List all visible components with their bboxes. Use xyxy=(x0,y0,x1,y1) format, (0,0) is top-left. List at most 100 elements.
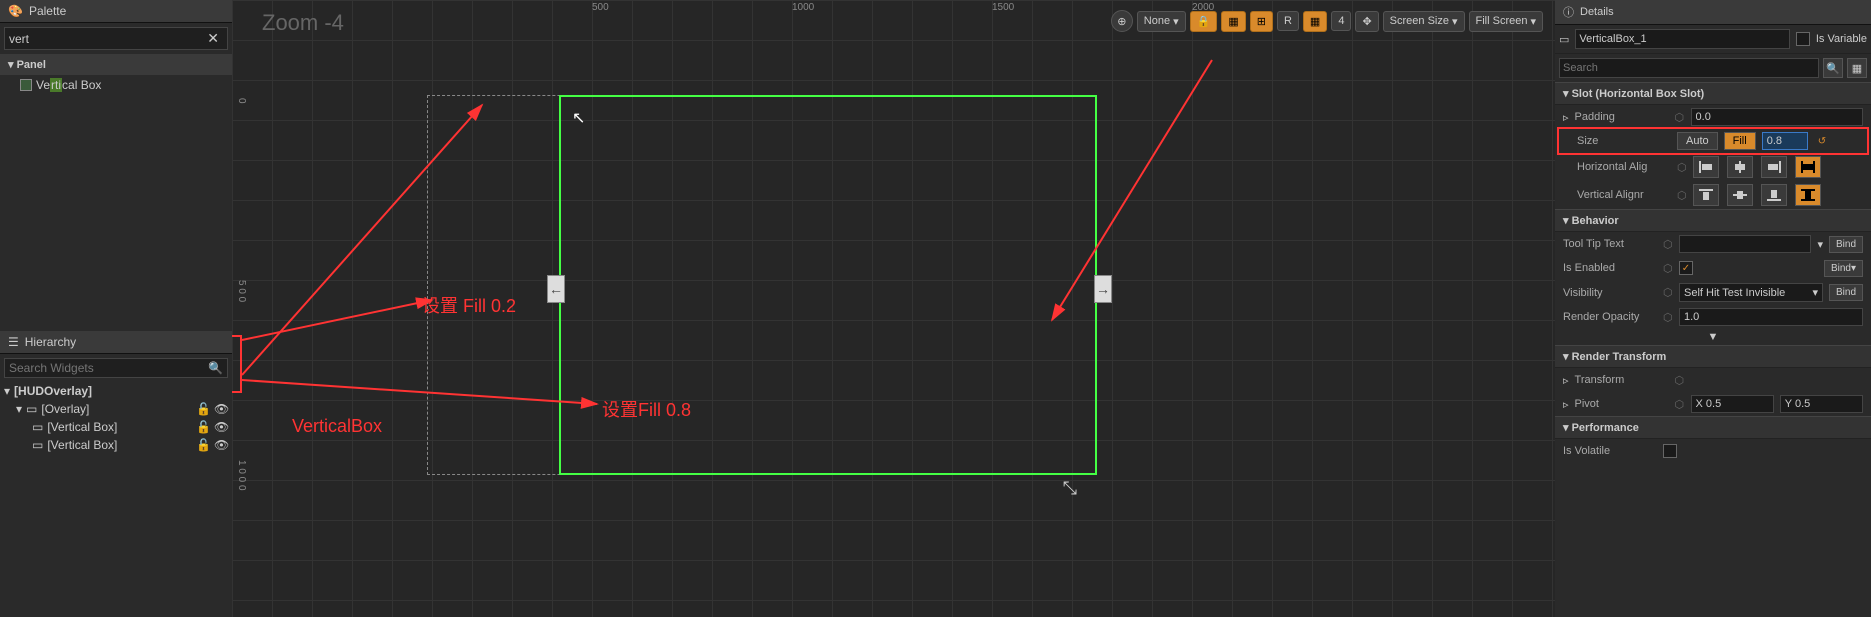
visibility-dropdown[interactable]: Self Hit Test Invisible▾ xyxy=(1679,283,1823,302)
prop-pivot: ▹Pivot⬡ xyxy=(1555,392,1871,416)
size-auto-button[interactable]: Auto xyxy=(1677,132,1718,150)
lock-icon[interactable]: 🔓 xyxy=(196,420,210,434)
grid-button[interactable]: ⊞ xyxy=(1250,11,1273,32)
screen-size-button[interactable]: Screen Size▾ xyxy=(1383,11,1465,32)
palette-search[interactable]: ✕ xyxy=(4,27,228,50)
fill-screen-button[interactable]: Fill Screen▾ xyxy=(1469,11,1544,32)
expand-button[interactable]: ▼ xyxy=(1555,329,1871,345)
details-title: Details xyxy=(1580,6,1614,18)
handle-left[interactable]: ← xyxy=(547,275,565,303)
halign-center-button[interactable] xyxy=(1727,156,1753,178)
ruler-mark: 1000 xyxy=(792,2,814,13)
volatile-checkbox[interactable] xyxy=(1663,444,1677,458)
details-header: ⓘ Details xyxy=(1555,0,1871,25)
details-panel: ⓘ Details ▭ Is Variable 🔍 ▦ ▾ Slot (Hori… xyxy=(1555,0,1871,617)
prop-volatile: Is Volatile xyxy=(1555,439,1871,463)
is-variable-label: Is Variable xyxy=(1816,33,1867,45)
widget-type-icon: ▭ xyxy=(1559,33,1569,46)
hierarchy-header: ☰ Hierarchy xyxy=(0,331,232,354)
hierarchy-search[interactable]: 🔍 xyxy=(4,358,228,378)
hierarchy-overlay[interactable]: ▾▭[Overlay] 🔓👁 xyxy=(0,400,232,418)
valign-bottom-button[interactable] xyxy=(1761,184,1787,206)
palette-title: Palette xyxy=(29,4,66,18)
size-fill-button[interactable]: Fill xyxy=(1724,132,1756,150)
bind-button[interactable]: Bind xyxy=(1829,284,1863,301)
handle-right[interactable]: → xyxy=(1094,275,1112,303)
palette-item-verticalbox[interactable]: Vertical Box xyxy=(0,75,232,95)
prop-padding: ▹Padding⬡ xyxy=(1555,105,1871,129)
details-search-input[interactable] xyxy=(1559,58,1819,78)
halign-left-button[interactable] xyxy=(1693,156,1719,178)
viewport[interactable]: Zoom -4 500 1000 1500 2000 0 5 0 0 1 0 0… xyxy=(232,0,1555,617)
move-button[interactable]: ✥ xyxy=(1355,11,1378,32)
prop-opacity: Render Opacity⬡ xyxy=(1555,305,1871,329)
opacity-input[interactable] xyxy=(1679,308,1863,326)
viewport-toolbar: ⊕ None ▾ 🔒 ▦ ⊞ R ▦ 4 ✥ Screen Size▾ Fill… xyxy=(1111,10,1543,32)
search-icon[interactable]: 🔍 xyxy=(1823,58,1843,78)
eye-icon[interactable]: 👁 xyxy=(214,402,228,416)
vruler-mark: 0 xyxy=(236,98,247,104)
prop-visibility: Visibility⬡ Self Hit Test Invisible▾ Bin… xyxy=(1555,280,1871,305)
widget-name-input[interactable] xyxy=(1575,29,1789,49)
bind-button[interactable]: Bind xyxy=(1829,236,1863,253)
property-matrix-button[interactable]: ▦ xyxy=(1847,58,1867,78)
widget-icon: ▭ xyxy=(32,420,43,434)
hierarchy-vbox1[interactable]: ▭[Vertical Box] 🔓👁 xyxy=(0,418,232,436)
ruler-mark: 500 xyxy=(592,2,609,13)
halign-right-button[interactable] xyxy=(1761,156,1787,178)
category-transform[interactable]: ▾ Render Transform xyxy=(1555,345,1871,368)
palette-section-panel[interactable]: ▾ Panel xyxy=(0,54,232,75)
widget-icon xyxy=(20,79,32,91)
hierarchy-vbox2[interactable]: ▭[Vertical Box] 🔓👁 xyxy=(0,436,232,454)
prop-halign: Horizontal Alig⬡ xyxy=(1555,153,1871,181)
hierarchy-root[interactable]: ▾[HUDOverlay] xyxy=(0,382,232,400)
cursor-icon: ↖ xyxy=(572,108,585,128)
size-fill-input[interactable] xyxy=(1762,132,1808,150)
category-performance[interactable]: ▾ Performance xyxy=(1555,416,1871,439)
halign-fill-button[interactable] xyxy=(1795,156,1821,178)
is-variable-checkbox[interactable] xyxy=(1796,32,1810,46)
reset-icon[interactable]: ↺ xyxy=(1818,136,1826,147)
zoom-label: Zoom -4 xyxy=(262,10,344,36)
tooltip-input[interactable] xyxy=(1679,235,1811,253)
valign-top-button[interactable] xyxy=(1693,184,1719,206)
valign-center-button[interactable] xyxy=(1727,184,1753,206)
layout-none-button[interactable]: None ▾ xyxy=(1137,11,1186,32)
annotation-redbox-hierarchy xyxy=(232,335,242,393)
details-search-row: 🔍 ▦ xyxy=(1555,54,1871,82)
ruler-mark: 1500 xyxy=(992,2,1014,13)
lock-icon[interactable]: 🔓 xyxy=(196,438,210,452)
prop-valign: Vertical Alignr⬡ xyxy=(1555,181,1871,209)
lock-button[interactable]: 🔒 xyxy=(1190,11,1218,32)
r-button[interactable]: R xyxy=(1277,11,1299,31)
enabled-checkbox[interactable] xyxy=(1679,261,1693,275)
clear-icon[interactable]: ✕ xyxy=(203,30,223,47)
translate-tool-button[interactable]: ⊕ xyxy=(1111,10,1133,32)
hierarchy-icon: ☰ xyxy=(8,335,19,349)
padding-input[interactable] xyxy=(1691,108,1863,126)
grid-snap-button[interactable]: ▦ xyxy=(1303,11,1327,32)
annotation-vbox: VerticalBox xyxy=(292,416,382,437)
category-behavior[interactable]: ▾ Behavior xyxy=(1555,209,1871,232)
widget-icon: ▭ xyxy=(32,438,43,452)
eye-icon[interactable]: 👁 xyxy=(214,420,228,434)
palette-search-input[interactable] xyxy=(9,32,203,46)
hierarchy-tree: ▾[HUDOverlay] ▾▭[Overlay] 🔓👁 ▭[Vertical … xyxy=(0,382,232,617)
hierarchy-search-input[interactable] xyxy=(9,361,208,375)
pivot-y-input[interactable] xyxy=(1780,395,1863,413)
resize-corner-icon[interactable]: ⤡ xyxy=(1063,478,1077,499)
prop-enabled: Is Enabled⬡ Bind▾ xyxy=(1555,256,1871,280)
category-slot[interactable]: ▾ Slot (Horizontal Box Slot) xyxy=(1555,82,1871,105)
container-icon: ▭ xyxy=(26,402,37,416)
search-icon[interactable]: 🔍 xyxy=(208,361,223,375)
grid-size-button[interactable]: 4 xyxy=(1331,11,1351,31)
info-icon: ⓘ xyxy=(1563,4,1574,20)
bind-button[interactable]: Bind▾ xyxy=(1824,260,1863,277)
palette-icon: 🎨 xyxy=(8,4,23,18)
eye-icon[interactable]: 👁 xyxy=(214,438,228,452)
snap-button[interactable]: ▦ xyxy=(1221,11,1245,32)
lock-icon[interactable]: 🔓 xyxy=(196,402,210,416)
selected-widget-outline[interactable] xyxy=(559,95,1097,475)
pivot-x-input[interactable] xyxy=(1691,395,1774,413)
valign-fill-button[interactable] xyxy=(1795,184,1821,206)
